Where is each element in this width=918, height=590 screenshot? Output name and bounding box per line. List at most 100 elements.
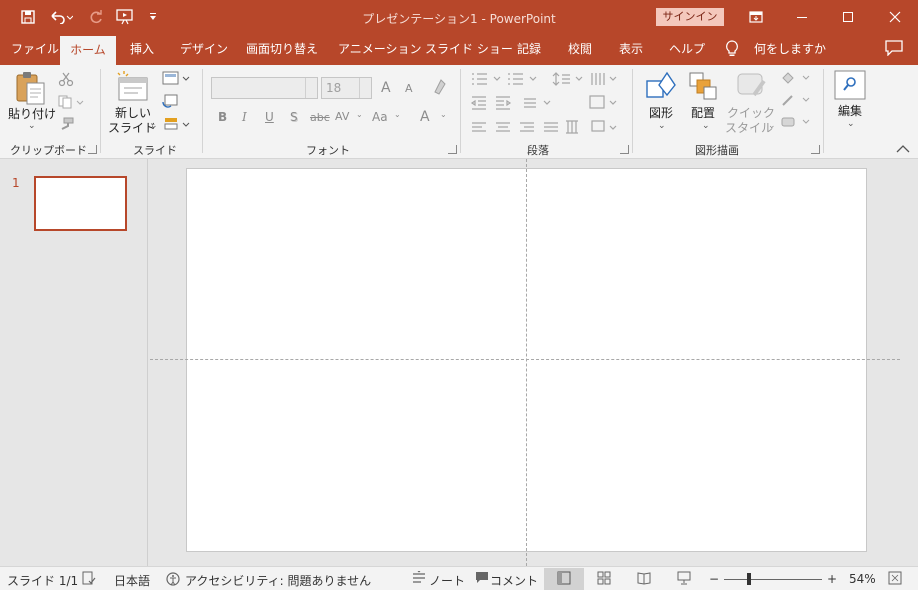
quick-styles-icon[interactable] [734, 71, 768, 104]
minimize-icon[interactable] [779, 0, 825, 34]
font-color-chevron-icon[interactable]: ⌄ [440, 110, 447, 119]
editing-chevron-icon[interactable]: ⌄ [847, 119, 855, 129]
shape-outline-icon[interactable] [780, 93, 810, 110]
maximize-icon[interactable] [825, 0, 871, 34]
paragraph-launcher-icon[interactable] [620, 145, 629, 154]
clear-formatting-icon[interactable] [432, 78, 448, 99]
underline-button[interactable]: U [265, 110, 274, 124]
tab-transitions[interactable]: 画面切り替え [246, 34, 318, 65]
vertical-guide[interactable] [526, 159, 527, 566]
reset-slide-icon[interactable] [162, 94, 178, 111]
slide-sorter-icon[interactable] [597, 571, 611, 588]
notes-button[interactable]: ノート [429, 572, 465, 589]
font-size-value: 18 [326, 81, 342, 95]
strikethrough-button[interactable]: abc [310, 111, 330, 124]
tell-me-search[interactable]: 何をしますか [754, 34, 826, 65]
bold-button[interactable]: B [218, 110, 227, 124]
comments-icon[interactable] [885, 40, 903, 59]
notes-icon[interactable] [412, 570, 426, 588]
zoom-out-button[interactable]: − [709, 572, 719, 586]
tab-review[interactable]: 校閲 [568, 34, 592, 65]
slide-thumbnail-panel: 1 [0, 159, 148, 566]
close-icon[interactable] [872, 0, 918, 34]
quick-styles-chevron-icon[interactable]: ⌄ [768, 121, 776, 131]
change-case-button[interactable]: Aa [372, 110, 388, 124]
layout-icon[interactable] [162, 71, 190, 88]
character-spacing-button[interactable]: AV [335, 110, 349, 123]
redo-icon[interactable] [86, 0, 106, 34]
slideshow-view-icon[interactable] [677, 571, 691, 588]
tab-record[interactable]: 記録 [517, 34, 541, 65]
slide-thumbnail[interactable] [34, 176, 127, 231]
quick-styles-label[interactable]: クイック [727, 106, 775, 121]
paste-button[interactable]: 貼り付け [8, 107, 56, 122]
zoom-level[interactable]: 54% [849, 572, 876, 586]
shapes-icon[interactable] [645, 71, 677, 104]
arrange-button[interactable]: 配置 [686, 106, 720, 121]
shapes-button[interactable]: 図形 [645, 106, 677, 121]
shape-fill-icon[interactable] [780, 71, 810, 88]
format-painter-icon[interactable] [58, 117, 74, 134]
lightbulb-icon[interactable] [725, 40, 739, 61]
shadow-button[interactable]: S [290, 110, 298, 124]
tab-slideshow[interactable]: スライド ショー [425, 34, 513, 65]
shrink-font-button[interactable]: A [405, 82, 413, 95]
shape-effects-icon[interactable] [780, 115, 810, 132]
character-spacing-chevron-icon[interactable]: ⌄ [356, 110, 363, 119]
italic-button[interactable]: I [242, 110, 247, 124]
font-launcher-icon[interactable] [448, 145, 457, 154]
new-slide-icon[interactable] [114, 71, 150, 106]
cut-icon[interactable] [58, 71, 74, 90]
new-slide-button[interactable]: スライド [108, 121, 156, 136]
title-bar: プレゼンテーション1 - PowerPoint サインイン [0, 0, 918, 34]
slide-count: スライド 1/1 [7, 574, 79, 588]
ribbon-display-options-icon[interactable] [733, 0, 779, 34]
new-slide-chevron-icon[interactable]: ⌄ [150, 121, 158, 131]
editing-button[interactable]: 編集 [834, 104, 866, 119]
accessibility-icon[interactable] [165, 571, 181, 590]
quick-styles-button[interactable]: スタイル [725, 121, 773, 136]
horizontal-guide[interactable] [150, 359, 900, 360]
zoom-slider-thumb[interactable] [747, 573, 751, 585]
language-indicator[interactable]: 日本語 [114, 572, 150, 589]
arrange-icon[interactable] [688, 71, 718, 104]
grow-font-button[interactable]: A [381, 80, 391, 96]
change-case-chevron-icon[interactable]: ⌄ [394, 110, 401, 119]
new-slide-label[interactable]: 新しい [110, 106, 156, 121]
start-presentation-icon[interactable] [114, 0, 136, 34]
paste-icon[interactable] [14, 71, 48, 110]
reading-view-icon[interactable] [637, 571, 651, 588]
arrange-chevron-icon[interactable]: ⌄ [702, 121, 710, 131]
find-icon[interactable] [834, 70, 866, 103]
comment-status-icon[interactable] [475, 571, 489, 588]
tab-design[interactable]: デザイン [180, 34, 228, 65]
tab-home[interactable]: ホーム [60, 36, 116, 65]
zoom-in-button[interactable]: + [827, 572, 837, 586]
customize-toolbar-icon[interactable] [146, 0, 160, 34]
zoom-slider-track[interactable] [724, 579, 822, 580]
drawing-launcher-icon[interactable] [811, 145, 820, 154]
tab-animations[interactable]: アニメーション [338, 34, 422, 65]
spelling-check-icon[interactable] [82, 571, 96, 588]
normal-view-icon[interactable] [557, 571, 571, 588]
slides-group-label: スライド [133, 144, 177, 157]
paste-chevron-icon[interactable]: ⌄ [28, 121, 36, 131]
save-icon[interactable] [16, 0, 40, 34]
font-size-combo[interactable]: 18 [321, 77, 372, 99]
accessibility-status[interactable]: アクセシビリティ: 問題ありません [185, 572, 371, 589]
collapse-ribbon-icon[interactable] [896, 143, 910, 157]
clipboard-launcher-icon[interactable] [88, 145, 97, 154]
tab-view[interactable]: 表示 [619, 34, 643, 65]
font-color-button[interactable]: A [420, 109, 430, 125]
copy-icon[interactable] [58, 95, 84, 112]
tab-insert[interactable]: 挿入 [130, 34, 154, 65]
undo-icon[interactable] [46, 0, 76, 34]
fit-to-window-icon[interactable] [888, 571, 902, 588]
sign-in-button[interactable]: サインイン [656, 8, 724, 26]
section-icon[interactable] [162, 117, 190, 134]
shapes-chevron-icon[interactable]: ⌄ [658, 121, 666, 131]
tab-help[interactable]: ヘルプ [669, 34, 705, 65]
comments-button[interactable]: コメント [490, 572, 538, 589]
tab-file[interactable]: ファイル [11, 34, 59, 65]
font-name-combo[interactable] [211, 77, 318, 99]
